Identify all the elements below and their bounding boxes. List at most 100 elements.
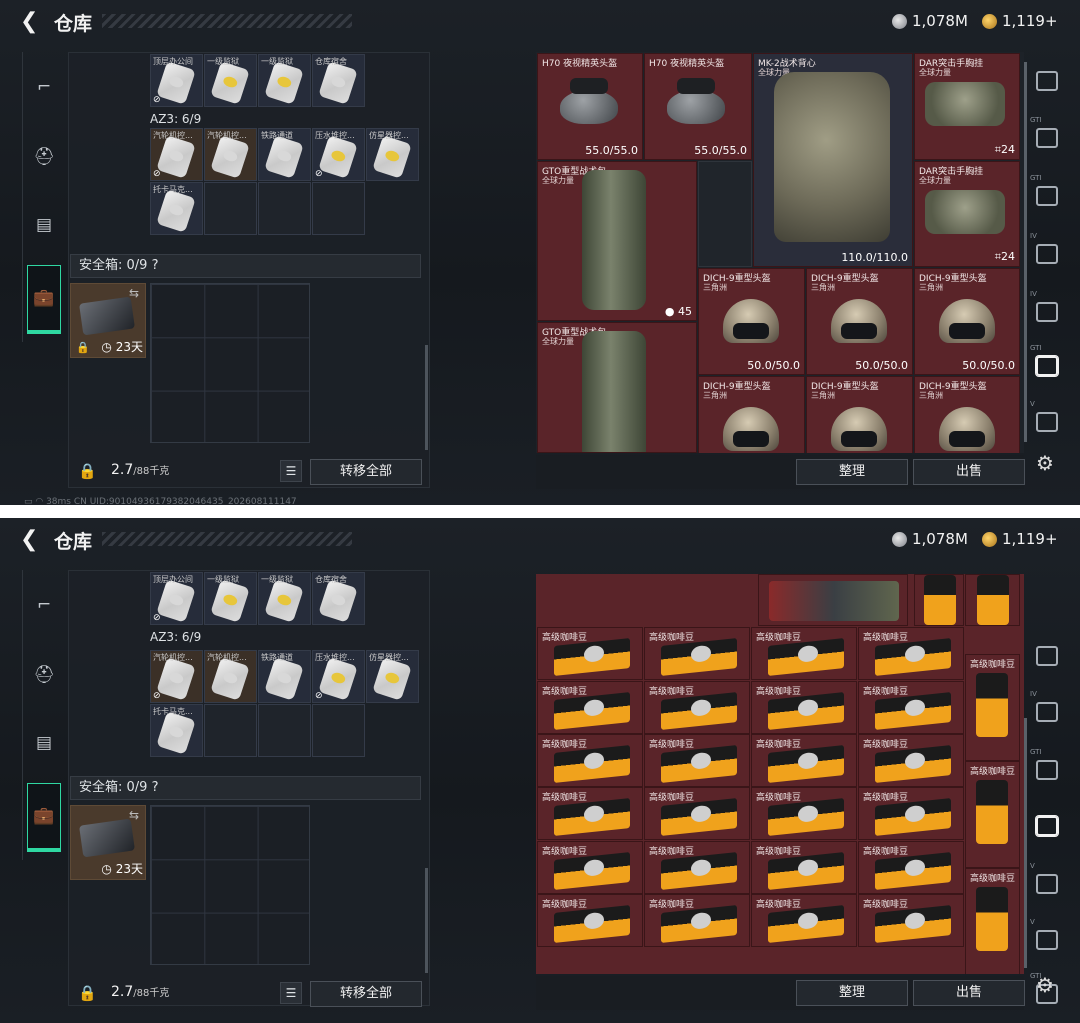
item-coffee-beans[interactable]: 高级咖啡豆 (751, 734, 857, 787)
keycard-slot[interactable]: 托卡马克... (150, 182, 203, 235)
empty-slot[interactable] (204, 704, 257, 757)
item-coffee-beans[interactable]: 高级咖啡豆 (644, 841, 750, 894)
sell-button[interactable]: 出售 (913, 980, 1025, 1006)
item-coffee-bag[interactable]: 高级咖啡豆 (965, 761, 1020, 868)
keycard-slot[interactable]: 压水堆控... ⊘ (312, 128, 365, 181)
stash-scrollbar[interactable] (1024, 62, 1027, 442)
item-dich9-helmet[interactable]: DICH-9重型头盔 三角洲 50.0/50.0 (914, 268, 1020, 375)
item-coffee-beans[interactable]: 高级咖啡豆 (858, 894, 964, 947)
item-coffee-bag[interactable]: 高级咖啡豆 (965, 654, 1020, 761)
item-coffee-beans[interactable]: 高级咖啡豆 (537, 681, 643, 734)
stash-tab-active[interactable] (1030, 802, 1064, 852)
transfer-all-button[interactable]: 转移全部 (310, 981, 422, 1007)
empty-slot[interactable] (312, 704, 365, 757)
item-dich9-helmet[interactable]: DICH-9重型头盔 三角洲 (914, 376, 1020, 453)
keycard-slot[interactable]: 铁路通道 (258, 128, 311, 181)
briefcase-icon[interactable]: 💼 (27, 265, 61, 334)
item-coffee-bag[interactable] (965, 574, 1020, 626)
back-arrow-icon[interactable]: ❮ (20, 9, 42, 34)
item-coffee-beans[interactable]: 高级咖啡豆 (751, 841, 857, 894)
keycard-slot[interactable]: 顶层办公间 ⊘ (150, 572, 203, 625)
keycard-slot[interactable]: 一级监狱 (258, 572, 311, 625)
item-dich9-helmet[interactable]: DICH-9重型头盔 三角洲 (698, 376, 805, 453)
item-coffee-beans[interactable]: 高级咖啡豆 (858, 681, 964, 734)
currency-gold[interactable]: 1,119+ (982, 12, 1058, 30)
item-h70-helmet[interactable]: H70 夜视精英头盔 55.0/55.0 (537, 53, 643, 160)
keycard-slot[interactable]: 一级监狱 (258, 54, 311, 107)
stash-scrollbar[interactable] (1024, 718, 1027, 968)
keycard-slot[interactable]: 顶层办公间 ⊘ (150, 54, 203, 107)
empty-slot[interactable] (204, 182, 257, 235)
keycard-slot[interactable]: 一级监狱 (204, 572, 257, 625)
helmet-icon[interactable]: ⛑ (27, 137, 61, 177)
help-icon[interactable]: ? (152, 780, 159, 795)
item-coffee-beans[interactable]: 高级咖啡豆 (751, 681, 857, 734)
empty-slot[interactable] (258, 704, 311, 757)
item-coffee-beans[interactable]: 高级咖啡豆 (537, 841, 643, 894)
safe-box-item[interactable]: ⇆ ◷ 23天 (70, 805, 146, 880)
stash-tab[interactable] (1030, 632, 1064, 682)
item-coffee-beans[interactable]: 高级咖啡豆 (537, 894, 643, 947)
empty-slot[interactable] (698, 161, 752, 267)
keycard-slot[interactable]: 仓库宿舍 (312, 572, 365, 625)
keycard-slot[interactable]: 汽轮机控... (204, 128, 257, 181)
backpack-icon[interactable]: ▤ (27, 723, 61, 763)
safe-box-grid[interactable] (150, 283, 310, 443)
item-coffee-beans[interactable]: 高级咖啡豆 (537, 734, 643, 787)
item-coffee-beans[interactable]: 高级咖啡豆 (751, 787, 857, 840)
gear-icon[interactable]: ⚙ (1036, 973, 1054, 997)
item-equipment-crate[interactable] (758, 574, 908, 626)
keycard-slot[interactable]: 压水堆控... ⊘ (312, 650, 365, 703)
pistol-icon[interactable]: ⌐ (27, 585, 61, 625)
sell-button[interactable]: 出售 (913, 459, 1025, 485)
briefcase-icon[interactable]: 💼 (27, 783, 61, 852)
helmet-icon[interactable]: ⛑ (27, 655, 61, 695)
pistol-icon[interactable]: ⌐ (27, 67, 61, 107)
item-mk2-vest[interactable]: MK-2战术背心 全球力量 110.0/110.0 (753, 53, 913, 267)
stash-tab[interactable]: V (1030, 916, 1064, 966)
sort-button[interactable]: 整理 (796, 459, 908, 485)
safe-box-grid[interactable] (150, 805, 310, 965)
empty-slot[interactable] (312, 182, 365, 235)
gear-icon[interactable]: ⚙ (1036, 451, 1054, 475)
safe-box-item[interactable]: ⇆ 🔒 ◷ 23天 (70, 283, 146, 358)
item-coffee-bag[interactable]: 高级咖啡豆 (965, 868, 1020, 974)
item-dar-rig[interactable]: DAR突击手胸挂 全球力量 ⌗24 (914, 53, 1020, 160)
stash-tab[interactable] (1030, 57, 1064, 107)
item-dich9-helmet[interactable]: DICH-9重型头盔 三角洲 50.0/50.0 (698, 268, 805, 375)
stash-tab[interactable]: GTI (1030, 172, 1064, 222)
item-coffee-beans[interactable]: 高级咖啡豆 (644, 787, 750, 840)
keycard-slot[interactable]: 汽轮机控... ⊘ (150, 650, 203, 703)
item-coffee-beans[interactable]: 高级咖啡豆 (751, 627, 857, 680)
item-dich9-helmet[interactable]: DICH-9重型头盔 三角洲 (806, 376, 913, 453)
lock-icon[interactable]: 🔒 (78, 462, 97, 480)
back-arrow-icon[interactable]: ❮ (20, 527, 42, 552)
item-gto-backpack[interactable]: GTO重型战术包 全球力量 (537, 322, 697, 453)
stash-tab[interactable]: IV (1030, 230, 1064, 280)
item-coffee-beans[interactable]: 高级咖啡豆 (537, 627, 643, 680)
stash-tab[interactable]: V (1030, 860, 1064, 910)
item-coffee-beans[interactable]: 高级咖啡豆 (644, 734, 750, 787)
currency-gold[interactable]: 1,119+ (982, 530, 1058, 548)
list-icon[interactable]: ☰ (280, 982, 302, 1004)
stash-tab[interactable]: GTI (1030, 114, 1064, 164)
keycard-slot[interactable]: 汽轮机控... (204, 650, 257, 703)
item-coffee-bag[interactable] (914, 574, 964, 626)
item-h70-helmet[interactable]: H70 夜视精英头盔 55.0/55.0 (644, 53, 752, 160)
item-dich9-helmet[interactable]: DICH-9重型头盔 三角洲 50.0/50.0 (806, 268, 913, 375)
keycard-slot[interactable]: 仿星器控... (366, 128, 419, 181)
item-coffee-beans[interactable]: 高级咖啡豆 (858, 841, 964, 894)
item-coffee-beans[interactable]: 高级咖啡豆 (858, 627, 964, 680)
item-coffee-beans[interactable]: 高级咖啡豆 (644, 894, 750, 947)
scrollbar[interactable] (425, 345, 428, 450)
item-gto-backpack[interactable]: GTO重型战术包 全球力量 ● 45 (537, 161, 697, 321)
stash-tab-active[interactable]: GTI (1030, 342, 1064, 392)
item-coffee-beans[interactable]: 高级咖啡豆 (537, 787, 643, 840)
keycard-slot[interactable]: 仓库宿舍 (312, 54, 365, 107)
stash-tab[interactable]: GTI (1030, 746, 1064, 796)
item-coffee-beans[interactable]: 高级咖啡豆 (858, 787, 964, 840)
keycard-slot[interactable]: 铁路通道 (258, 650, 311, 703)
keycard-slot[interactable]: 仿星器控... (366, 650, 419, 703)
sort-button[interactable]: 整理 (796, 980, 908, 1006)
stash-tab[interactable]: IV (1030, 288, 1064, 338)
